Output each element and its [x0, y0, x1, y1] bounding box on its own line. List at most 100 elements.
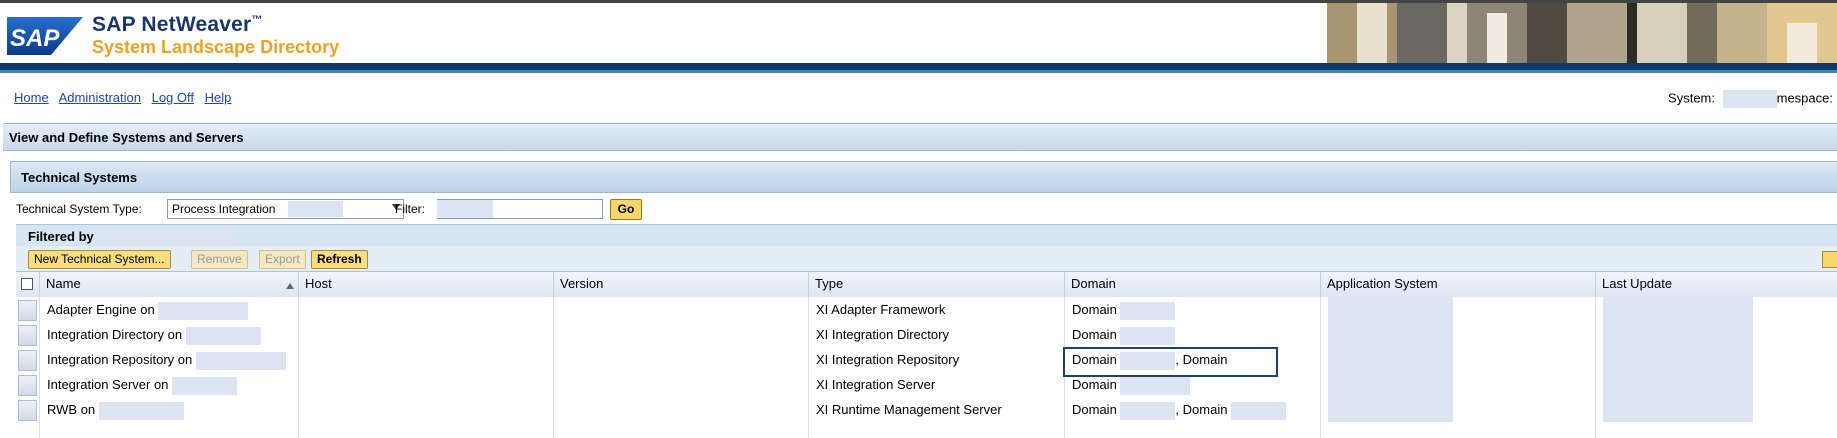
top-nav: Home Administration Log Off Help: [14, 90, 238, 105]
domain-highlight-box: [1063, 347, 1278, 377]
nav-administration-link[interactable]: Administration: [59, 90, 141, 105]
cell-type: [809, 422, 1065, 438]
export-button[interactable]: Export: [259, 250, 306, 269]
table-row[interactable]: Integration Server on XI Integration Ser…: [16, 372, 1837, 398]
cell-redacted: [1328, 297, 1453, 322]
table-row[interactable]: Integration Repository on XI Integration…: [16, 347, 1837, 373]
cell-last-update: [1596, 422, 1837, 438]
cell-name: RWB on: [40, 397, 299, 422]
cell-domain: Domain: [1065, 297, 1321, 322]
header-divider: [0, 63, 1837, 70]
cell-redacted: [158, 301, 249, 320]
table-row-empty: [16, 422, 1837, 438]
nav-logoff-link[interactable]: Log Off: [152, 90, 194, 105]
header-photo-art: [1327, 3, 1837, 63]
cell-redacted: [1328, 397, 1453, 422]
select-all-cell[interactable]: [16, 272, 40, 297]
namespace-label: mespace:: [1776, 90, 1833, 106]
sap-logo-text: SAP: [10, 25, 60, 52]
cell-domain-text: Domain: [1072, 402, 1117, 417]
cell-last-update: [1596, 322, 1837, 347]
filtered-by-label: Filtered by: [28, 229, 94, 244]
cell-type: XI Adapter Framework: [809, 297, 1065, 322]
system-label: System:: [1668, 90, 1715, 106]
col-header-application-system[interactable]: Application System: [1321, 272, 1596, 297]
cell-name: Integration Server on: [40, 372, 299, 397]
tray-title: Technical Systems: [21, 170, 138, 185]
filter-label: Filter:: [395, 202, 425, 216]
page-title: View and Define Systems and Servers: [9, 130, 244, 145]
new-technical-system-button[interactable]: New Technical System...: [28, 250, 171, 269]
cell-redacted: [1603, 322, 1753, 347]
row-selector-cell[interactable]: [16, 322, 40, 347]
toolbar-menu-button[interactable]: [1822, 251, 1837, 268]
cell-redacted: [98, 401, 184, 420]
system-type-redacted: [288, 201, 343, 217]
row-selector-cell[interactable]: [16, 297, 40, 322]
product-name-text: SAP NetWeaver: [92, 13, 252, 36]
col-header-version[interactable]: Version: [554, 272, 809, 297]
cell-redacted: [1120, 376, 1191, 395]
cell-type: XI Integration Directory: [809, 322, 1065, 347]
row-selector[interactable]: [18, 325, 37, 346]
cell-type: XI Runtime Management Server: [809, 397, 1065, 422]
row-selector[interactable]: [18, 350, 37, 371]
cell-version: [554, 322, 809, 347]
row-selector-cell[interactable]: [16, 372, 40, 397]
cell-application-system: [1321, 297, 1596, 322]
cell-name-text: Adapter Engine on: [47, 302, 155, 317]
cell-redacted: [1328, 347, 1453, 372]
remove-button[interactable]: Remove: [191, 250, 248, 269]
cell-name: Integration Repository on: [40, 347, 299, 372]
refresh-button[interactable]: Refresh: [311, 250, 368, 269]
product-subtitle: System Landscape Directory: [92, 37, 340, 57]
cell-redacted: [185, 326, 261, 345]
cell-name-text: RWB on: [47, 402, 96, 417]
sort-ascending-icon[interactable]: [286, 283, 294, 289]
cell-redacted: [195, 351, 286, 370]
cell-redacted: [1328, 322, 1453, 347]
cell-domain-extra: , Domain: [1175, 402, 1228, 417]
col-header-last-update[interactable]: Last Update: [1596, 272, 1837, 297]
cell-application-system: [1321, 372, 1596, 397]
filtered-by-redacted: [100, 227, 230, 245]
technical-systems-table: Name Host Version Type Domain Applicatio…: [16, 272, 1837, 438]
table-row[interactable]: RWB on XI Runtime Management Server Doma…: [16, 397, 1837, 423]
row-selector-cell[interactable]: [16, 397, 40, 422]
row-selector[interactable]: [18, 400, 37, 421]
col-header-name[interactable]: Name: [40, 272, 299, 297]
row-selector[interactable]: [18, 300, 37, 321]
cell-application-system: [1321, 347, 1596, 372]
system-value-redacted: [1722, 90, 1777, 108]
cell-last-update: [1596, 397, 1837, 422]
row-selector[interactable]: [18, 375, 37, 396]
cell-redacted: [1603, 372, 1753, 397]
cell-redacted: [1120, 301, 1176, 320]
cell-redacted: [172, 376, 238, 395]
nav-home-link[interactable]: Home: [14, 90, 49, 105]
system-type-label: Technical System Type:: [16, 202, 142, 216]
table-row[interactable]: Integration Directory on XI Integration …: [16, 322, 1837, 348]
cell-name: Adapter Engine on: [40, 297, 299, 322]
col-header-host[interactable]: Host: [299, 272, 554, 297]
select-all-icon[interactable]: [21, 278, 33, 290]
row-selector-cell[interactable]: [16, 347, 40, 372]
cell-host: [299, 397, 554, 422]
cell-host: [299, 372, 554, 397]
cell-domain: Domain: [1065, 322, 1321, 347]
cell-redacted: [1603, 347, 1753, 372]
col-header-type[interactable]: Type: [809, 272, 1065, 297]
nav-help-link[interactable]: Help: [205, 90, 232, 105]
table-row[interactable]: Adapter Engine on XI Adapter Framework D…: [16, 297, 1837, 323]
trademark: ™: [251, 14, 263, 26]
filter-redacted: [437, 200, 493, 218]
cell-domain-text: Domain: [1072, 327, 1117, 342]
system-type-select[interactable]: Process Integration: [167, 199, 404, 219]
cell-version: [554, 397, 809, 422]
go-button[interactable]: Go: [610, 199, 642, 220]
product-name: SAP NetWeaver™: [92, 13, 263, 37]
cell-domain-text: Domain: [1072, 302, 1117, 317]
cell-host: [299, 322, 554, 347]
col-header-domain[interactable]: Domain: [1065, 272, 1321, 297]
cell-domain-text: Domain: [1072, 377, 1117, 392]
